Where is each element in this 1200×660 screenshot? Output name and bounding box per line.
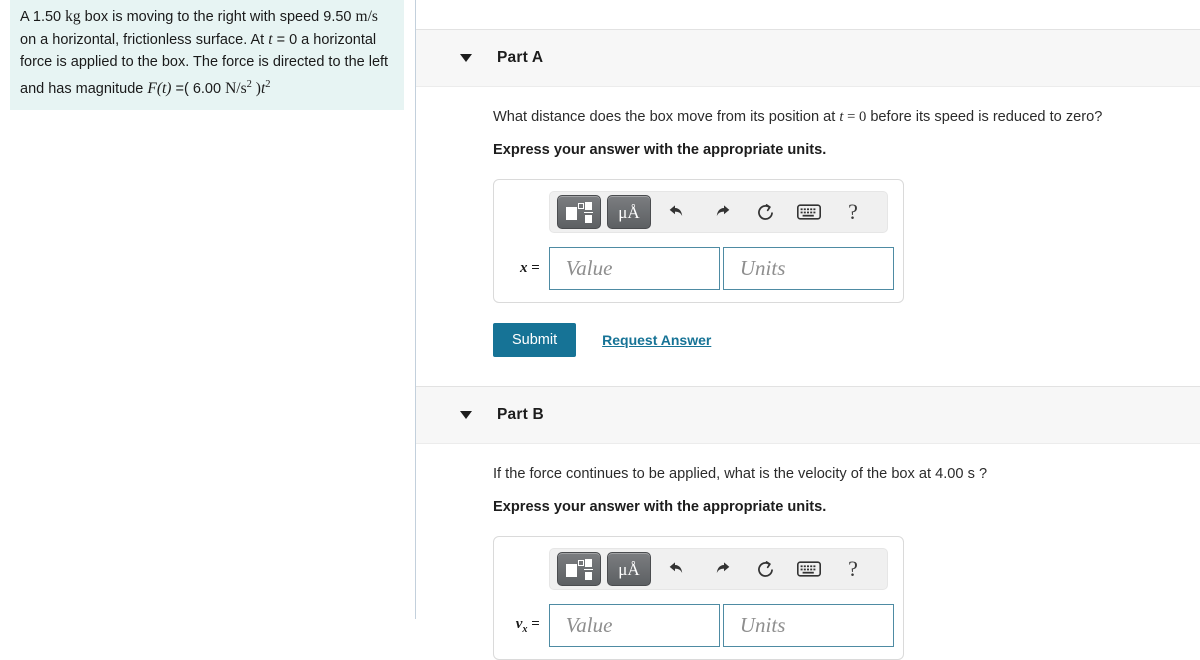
part-a-question-eq: = 0	[843, 109, 867, 125]
problem-force-fn: F	[147, 79, 157, 97]
submit-button[interactable]: Submit	[493, 323, 577, 357]
help-button[interactable]: ?	[833, 196, 873, 228]
problem-prefix: A 1.50	[20, 9, 66, 25]
problem-force-arg: (t)	[156, 79, 172, 97]
part-a-question-pre: What distance does the box move from its…	[493, 109, 840, 125]
part-b-question: If the force continues to be applied, wh…	[493, 466, 988, 482]
part-b-body: If the force continues to be applied, wh…	[416, 444, 1200, 660]
micro-angstrom-icon: μÅ	[618, 202, 640, 222]
problem-statement-panel: A 1.50 kg box is moving to the right wit…	[10, 0, 404, 111]
part-a-question-post: before its speed is reduced to zero?	[866, 109, 1103, 125]
part-b-field-row: vx = Value Units	[503, 604, 894, 647]
math-template-button[interactable]	[557, 552, 601, 586]
undo-icon[interactable]	[657, 553, 697, 585]
top-spacer	[416, 0, 1200, 29]
problem-t-tail-exponent: 2	[265, 78, 271, 90]
part-a-header[interactable]: Part A	[416, 29, 1200, 87]
caret-down-icon[interactable]	[460, 54, 472, 62]
problem-equals-open: =( 6.00	[171, 80, 226, 97]
part-b-title: Part B	[497, 406, 544, 423]
part-b-value-input[interactable]: Value	[548, 604, 720, 647]
math-template-icon	[566, 558, 593, 580]
reset-icon[interactable]	[745, 196, 785, 228]
units-button[interactable]: μÅ	[607, 552, 651, 586]
answer-column: Part A What distance does the box move f…	[416, 0, 1200, 660]
part-b-spacer	[416, 357, 1200, 386]
part-a-variable-label: x =	[519, 260, 540, 276]
problem-mid1: box is moving to the right with speed 9.…	[80, 9, 356, 25]
part-a-title: Part A	[497, 49, 544, 66]
math-template-icon	[566, 201, 593, 223]
part-a-field-row: x = Value Units	[503, 247, 894, 290]
part-a-body: What distance does the box move from its…	[416, 87, 1200, 357]
redo-icon[interactable]	[701, 196, 741, 228]
reset-icon[interactable]	[745, 553, 785, 585]
redo-icon[interactable]	[701, 553, 741, 585]
help-button[interactable]: ?	[833, 553, 873, 585]
problem-statement-text: A 1.50 kg box is moving to the right wit…	[20, 6, 394, 100]
undo-icon[interactable]	[657, 196, 697, 228]
part-b-answer-box: μÅ ? vx = Value Units	[493, 536, 904, 660]
part-a-units-input[interactable]: Units	[722, 247, 894, 290]
request-answer-link[interactable]: Request Answer	[602, 332, 711, 348]
part-b-header[interactable]: Part B	[416, 386, 1200, 444]
problem-force-unit: N/s	[225, 79, 247, 97]
caret-down-icon[interactable]	[460, 411, 472, 419]
part-a-question: What distance does the box move from its…	[493, 87, 1200, 127]
problem-mass-unit: kg	[65, 8, 81, 25]
question-mark-icon: ?	[848, 556, 858, 581]
part-a-answer-box: μÅ ? x = Value Units	[493, 179, 904, 303]
micro-angstrom-icon: μÅ	[618, 559, 640, 579]
problem-speed-unit: m/s	[355, 8, 378, 25]
part-b-units-input[interactable]: Units	[722, 604, 894, 647]
part-a-instruction: Express your answer with the appropriate…	[493, 142, 827, 158]
keyboard-icon[interactable]	[789, 553, 829, 585]
part-a-actions: Submit Request Answer	[493, 323, 1200, 357]
part-a-value-input[interactable]: Value	[548, 247, 720, 290]
math-template-button[interactable]	[557, 195, 601, 229]
units-button[interactable]: μÅ	[607, 195, 651, 229]
part-b-instruction: Express your answer with the appropriate…	[493, 499, 827, 515]
keyboard-icon[interactable]	[789, 196, 829, 228]
problem-close-paren: )	[251, 79, 261, 97]
problem-mid2: on a horizontal, frictionless surface. A…	[20, 31, 269, 48]
part-b-toolbar: μÅ ?	[549, 548, 888, 590]
part-a-toolbar: μÅ ?	[549, 191, 888, 233]
question-mark-icon: ?	[848, 199, 858, 224]
